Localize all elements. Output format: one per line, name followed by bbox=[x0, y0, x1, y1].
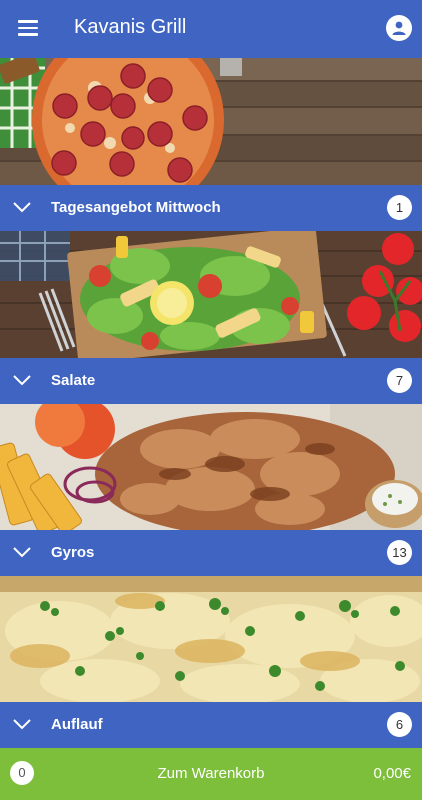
category-image-salad[interactable] bbox=[0, 231, 422, 358]
chevron-down-icon bbox=[13, 375, 31, 386]
chevron-down-icon bbox=[13, 202, 31, 213]
category-label: Gyros bbox=[51, 544, 95, 561]
cart-total: 0,00€ bbox=[373, 765, 411, 782]
category-image-gyros[interactable] bbox=[0, 404, 422, 530]
category-label: Auflauf bbox=[51, 716, 103, 733]
category-row-gyros[interactable]: Gyros 13 bbox=[0, 530, 422, 576]
cart-button[interactable]: 0 Zum Warenkorb 0,00€ bbox=[0, 748, 422, 800]
app-bar: Kavanis Grill bbox=[0, 0, 422, 58]
category-count-badge: 6 bbox=[387, 712, 412, 737]
chevron-down-icon bbox=[13, 719, 31, 730]
category-row-auflauf[interactable]: Auflauf 6 bbox=[0, 702, 422, 748]
category-image-pizza[interactable] bbox=[0, 58, 422, 185]
category-row-tagesangebot[interactable]: Tagesangebot Mittwoch 1 bbox=[0, 185, 422, 231]
category-label: Salate bbox=[51, 372, 96, 389]
category-label: Tagesangebot Mittwoch bbox=[51, 199, 221, 216]
user-account-icon[interactable] bbox=[386, 15, 412, 41]
cart-label: Zum Warenkorb bbox=[157, 765, 265, 782]
category-count-badge: 13 bbox=[387, 540, 412, 565]
category-count-badge: 7 bbox=[387, 368, 412, 393]
category-image-casserole[interactable] bbox=[0, 576, 422, 702]
hamburger-menu-icon[interactable] bbox=[18, 20, 38, 36]
category-row-salate[interactable]: Salate 7 bbox=[0, 358, 422, 404]
category-count-badge: 1 bbox=[387, 195, 412, 220]
app-title: Kavanis Grill bbox=[74, 16, 187, 38]
chevron-down-icon bbox=[13, 547, 31, 558]
